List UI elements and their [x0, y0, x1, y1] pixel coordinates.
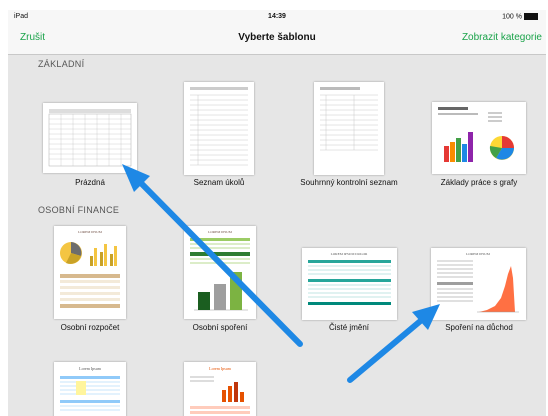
thumbnail-checklist [314, 82, 384, 175]
thumb-title: LOREM IPSUM [78, 230, 103, 234]
template-label: Osobní spoření [192, 323, 248, 332]
thumbnail-budget: LOREM IPSUM [54, 226, 126, 319]
thumbnail-savings: LOREM IPSUM [184, 226, 256, 319]
thumbnail-task-list [184, 82, 254, 175]
thumb-title: LOREM IPSUM DOLOR [331, 252, 368, 256]
section-header-basic: ZÁKLADNÍ [38, 59, 85, 69]
show-categories-button[interactable]: Zobrazit kategorie [462, 32, 542, 43]
status-bar: iPad 14:39 100 % [8, 10, 546, 24]
battery-indicator: 100 % [502, 13, 538, 20]
template-label: Čisté jmění [328, 323, 369, 332]
template-label: Seznam úkolů [193, 178, 245, 187]
battery-percent: 100 % [502, 13, 522, 21]
thumbnail-retirement: LOREM IPSUM [431, 248, 526, 320]
thumbnail-row3-right: Lorem Ipsum [184, 362, 256, 416]
template-label: Souhrnný kontrolní seznam [300, 178, 398, 187]
thumb-title: LOREM IPSUM [208, 230, 233, 234]
clock: 14:39 [268, 13, 286, 20]
template-label: Základy práce s grafy [440, 178, 518, 187]
cancel-button[interactable]: Zrušit [20, 32, 45, 43]
section-header-personal-finance: OSOBNÍ FINANCE [38, 205, 120, 215]
template-label: Spoření na důchod [445, 323, 513, 332]
thumbnail-blank [43, 103, 137, 173]
template-label: Prázdná [75, 178, 105, 187]
thumbnail-row3-left: Lorem Ipsum [54, 362, 126, 416]
thumb-title: Lorem Ipsum [209, 366, 232, 371]
thumbnail-charts-basics [432, 102, 526, 174]
template-label: Osobní rozpočet [60, 323, 120, 332]
thumb-title: LOREM IPSUM [466, 252, 491, 256]
template-picker: iPad 14:39 100 % Zrušit Vyberte šablonu … [8, 10, 546, 416]
battery-icon [524, 13, 538, 20]
navigation-bar: Zrušit Vyberte šablonu Zobrazit kategori… [8, 24, 546, 55]
thumbnail-net-worth: LOREM IPSUM DOLOR [302, 248, 397, 320]
thumb-title: Lorem Ipsum [79, 366, 102, 371]
